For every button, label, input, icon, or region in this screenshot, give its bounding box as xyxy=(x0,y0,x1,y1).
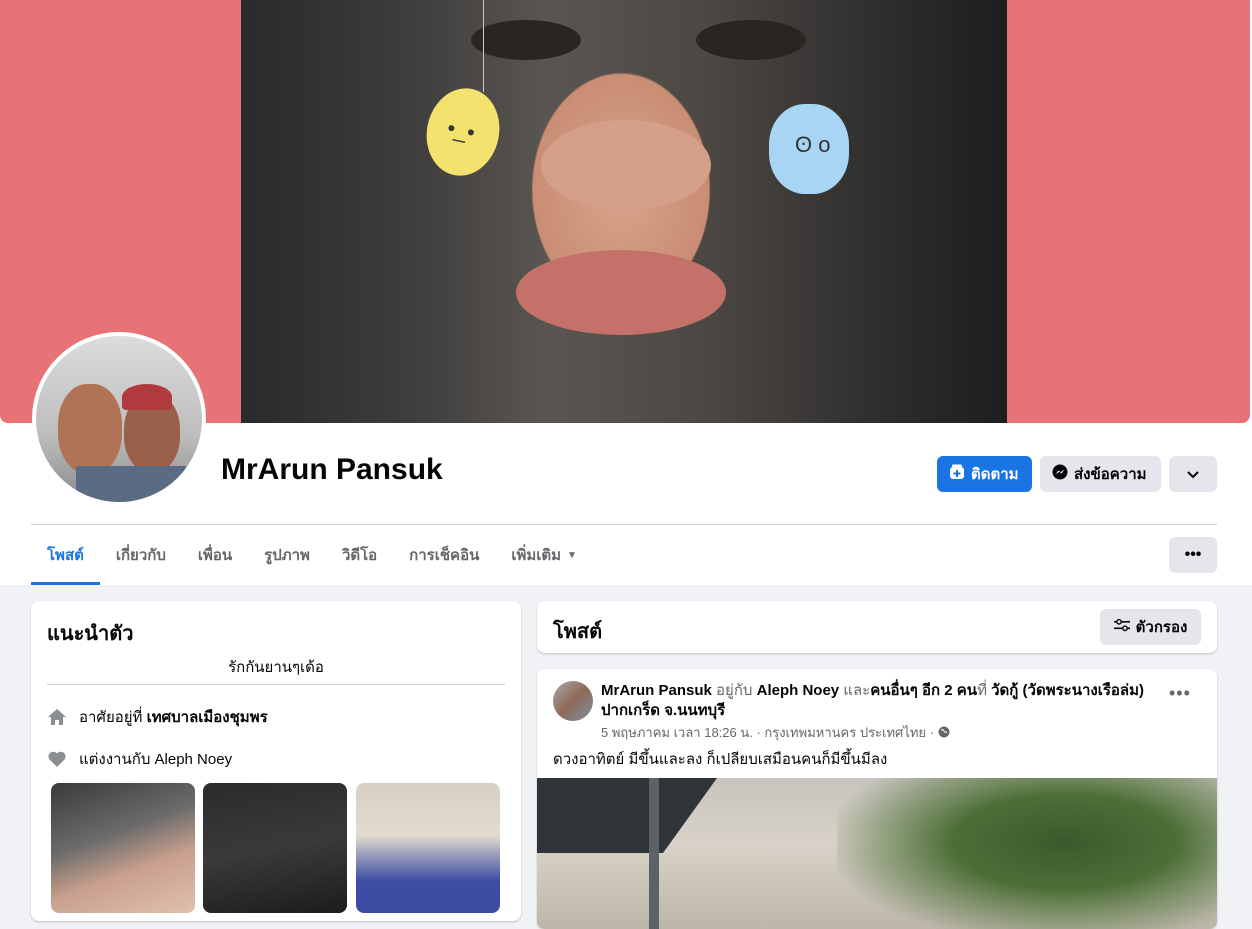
caret-down-icon: ▼ xyxy=(567,549,577,561)
tab-label: เกี่ยวกับ xyxy=(115,547,166,564)
post-with-text: อยู่กับ xyxy=(716,682,753,699)
post-timestamp[interactable]: 5 พฤษภาคม เวลา 18:26 น. · กรุงเทพมหานคร … xyxy=(601,725,934,740)
globe-icon xyxy=(938,725,950,740)
posts-title: โพสต์ xyxy=(553,621,603,643)
post-card: MrArun Pansuk อยู่กับ Aleph Noey และคนอื… xyxy=(537,669,1217,929)
intro-divider xyxy=(47,684,505,685)
sticker-string xyxy=(483,0,484,92)
post-tagged-link[interactable]: Aleph Noey xyxy=(757,682,840,699)
married-prefix: แต่งงานกับ xyxy=(79,751,151,768)
tab-photos[interactable]: รูปภาพ xyxy=(248,525,326,585)
post-and-text: และ xyxy=(843,682,871,699)
post-text: ดวงอาทิตย์ มีขึ้นและลง ก็เปลียบเสมือนคนก… xyxy=(553,751,888,768)
cover-eye-left xyxy=(471,20,581,60)
post-others-link[interactable]: คนอื่นๆ อีก 2 คน xyxy=(870,682,977,699)
cover-eye-right xyxy=(696,20,806,60)
featured-photo-3[interactable] xyxy=(356,783,500,913)
intro-married: แต่งงานกับ Aleph Noey xyxy=(47,747,232,771)
post-photo[interactable] xyxy=(537,778,1217,929)
tab-posts[interactable]: โพสต์ xyxy=(31,525,100,585)
post-author-link[interactable]: MrArun Pansuk xyxy=(601,682,712,699)
yellow-face-sticker-icon: •_• xyxy=(418,81,508,183)
photo-pole xyxy=(649,778,659,929)
cover-lips xyxy=(516,250,726,335)
filter-icon xyxy=(1113,618,1130,636)
cover-area: •_• ʘ o xyxy=(0,0,1250,423)
more-options-button[interactable]: ••• xyxy=(1169,537,1217,573)
tab-videos[interactable]: วิดีโอ xyxy=(326,525,393,585)
send-message-button[interactable]: ส่งข้อความ xyxy=(1040,456,1161,492)
post-at-text: ที่ xyxy=(977,682,987,699)
home-icon xyxy=(47,707,67,727)
blue-bear-sticker-icon: ʘ o xyxy=(769,104,849,194)
intro-lives-in: อาศัยอยู่ที่ เทศบาลเมืองชุมพร xyxy=(47,705,268,729)
tab-label: วิดีโอ xyxy=(341,547,378,564)
avatar-photo xyxy=(36,336,202,502)
tab-label: เพื่อน xyxy=(197,547,233,564)
chevron-down-icon xyxy=(1187,466,1199,483)
ellipsis-icon: ••• xyxy=(1184,546,1202,563)
follow-icon xyxy=(949,464,965,484)
tab-label: โพสต์ xyxy=(47,547,84,564)
tab-label: เพิ่มเติม xyxy=(511,547,562,564)
heart-icon xyxy=(47,749,67,769)
avatar-shirt xyxy=(76,466,186,502)
filter-button[interactable]: ตัวกรอง xyxy=(1100,609,1201,645)
profile-name: MrArun Pansuk xyxy=(221,453,443,486)
profile-tabs: โพสต์ เกี่ยวกับ เพื่อน รูปภาพ วิดีโอ การ… xyxy=(31,525,593,585)
post-meta: 5 พฤษภาคม เวลา 18:26 น. · กรุงเทพมหานคร … xyxy=(601,722,950,743)
featured-photo-2[interactable] xyxy=(203,783,347,913)
featured-photo-1[interactable] xyxy=(51,783,195,913)
profile-avatar[interactable] xyxy=(32,332,206,506)
photo-tree xyxy=(837,778,1217,929)
avatar-cap xyxy=(122,384,172,410)
photo-roof xyxy=(537,778,717,853)
intro-title: แนะนำตัว xyxy=(47,623,134,645)
filter-label: ตัวกรอง xyxy=(1135,619,1188,636)
intro-bio: รักกันยานๆเด้อ xyxy=(228,659,324,676)
tab-label: รูปภาพ xyxy=(264,547,310,564)
post-author-avatar[interactable] xyxy=(553,681,593,721)
cover-photo[interactable]: •_• ʘ o xyxy=(241,0,1007,423)
post-header: MrArun Pansuk อยู่กับ Aleph Noey และคนอื… xyxy=(601,681,1161,721)
lives-prefix: อาศัยอยู่ที่ xyxy=(79,709,143,726)
cover-nose xyxy=(541,120,711,210)
lives-place-link[interactable]: เทศบาลเมืองชุมพร xyxy=(147,709,268,726)
profile-header: •_• ʘ o MrArun Pansuk ติดตาม ส่งข้อความ … xyxy=(0,0,1252,585)
follow-label: ติดตาม xyxy=(971,466,1019,483)
married-to-link[interactable]: Aleph Noey xyxy=(155,751,233,768)
avatar-person-1 xyxy=(58,384,122,474)
post-options-icon[interactable]: ••• xyxy=(1169,683,1191,704)
tab-friends[interactable]: เพื่อน xyxy=(182,525,248,585)
tab-checkins[interactable]: การเช็คอิน xyxy=(393,525,495,585)
tab-label: การเช็คอิน xyxy=(409,547,480,564)
follow-button[interactable]: ติดตาม xyxy=(937,456,1032,492)
message-label: ส่งข้อความ xyxy=(1074,466,1147,483)
tab-about[interactable]: เกี่ยวกับ xyxy=(100,525,182,585)
profile-options-dropdown[interactable] xyxy=(1169,456,1217,492)
tab-more[interactable]: เพิ่มเติม ▼ xyxy=(495,525,593,585)
posts-header-card: โพสต์ ตัวกรอง xyxy=(537,601,1217,653)
messenger-icon xyxy=(1052,464,1068,484)
intro-card: แนะนำตัว รักกันยานๆเด้อ อาศัยอยู่ที่ เทศ… xyxy=(31,601,521,921)
